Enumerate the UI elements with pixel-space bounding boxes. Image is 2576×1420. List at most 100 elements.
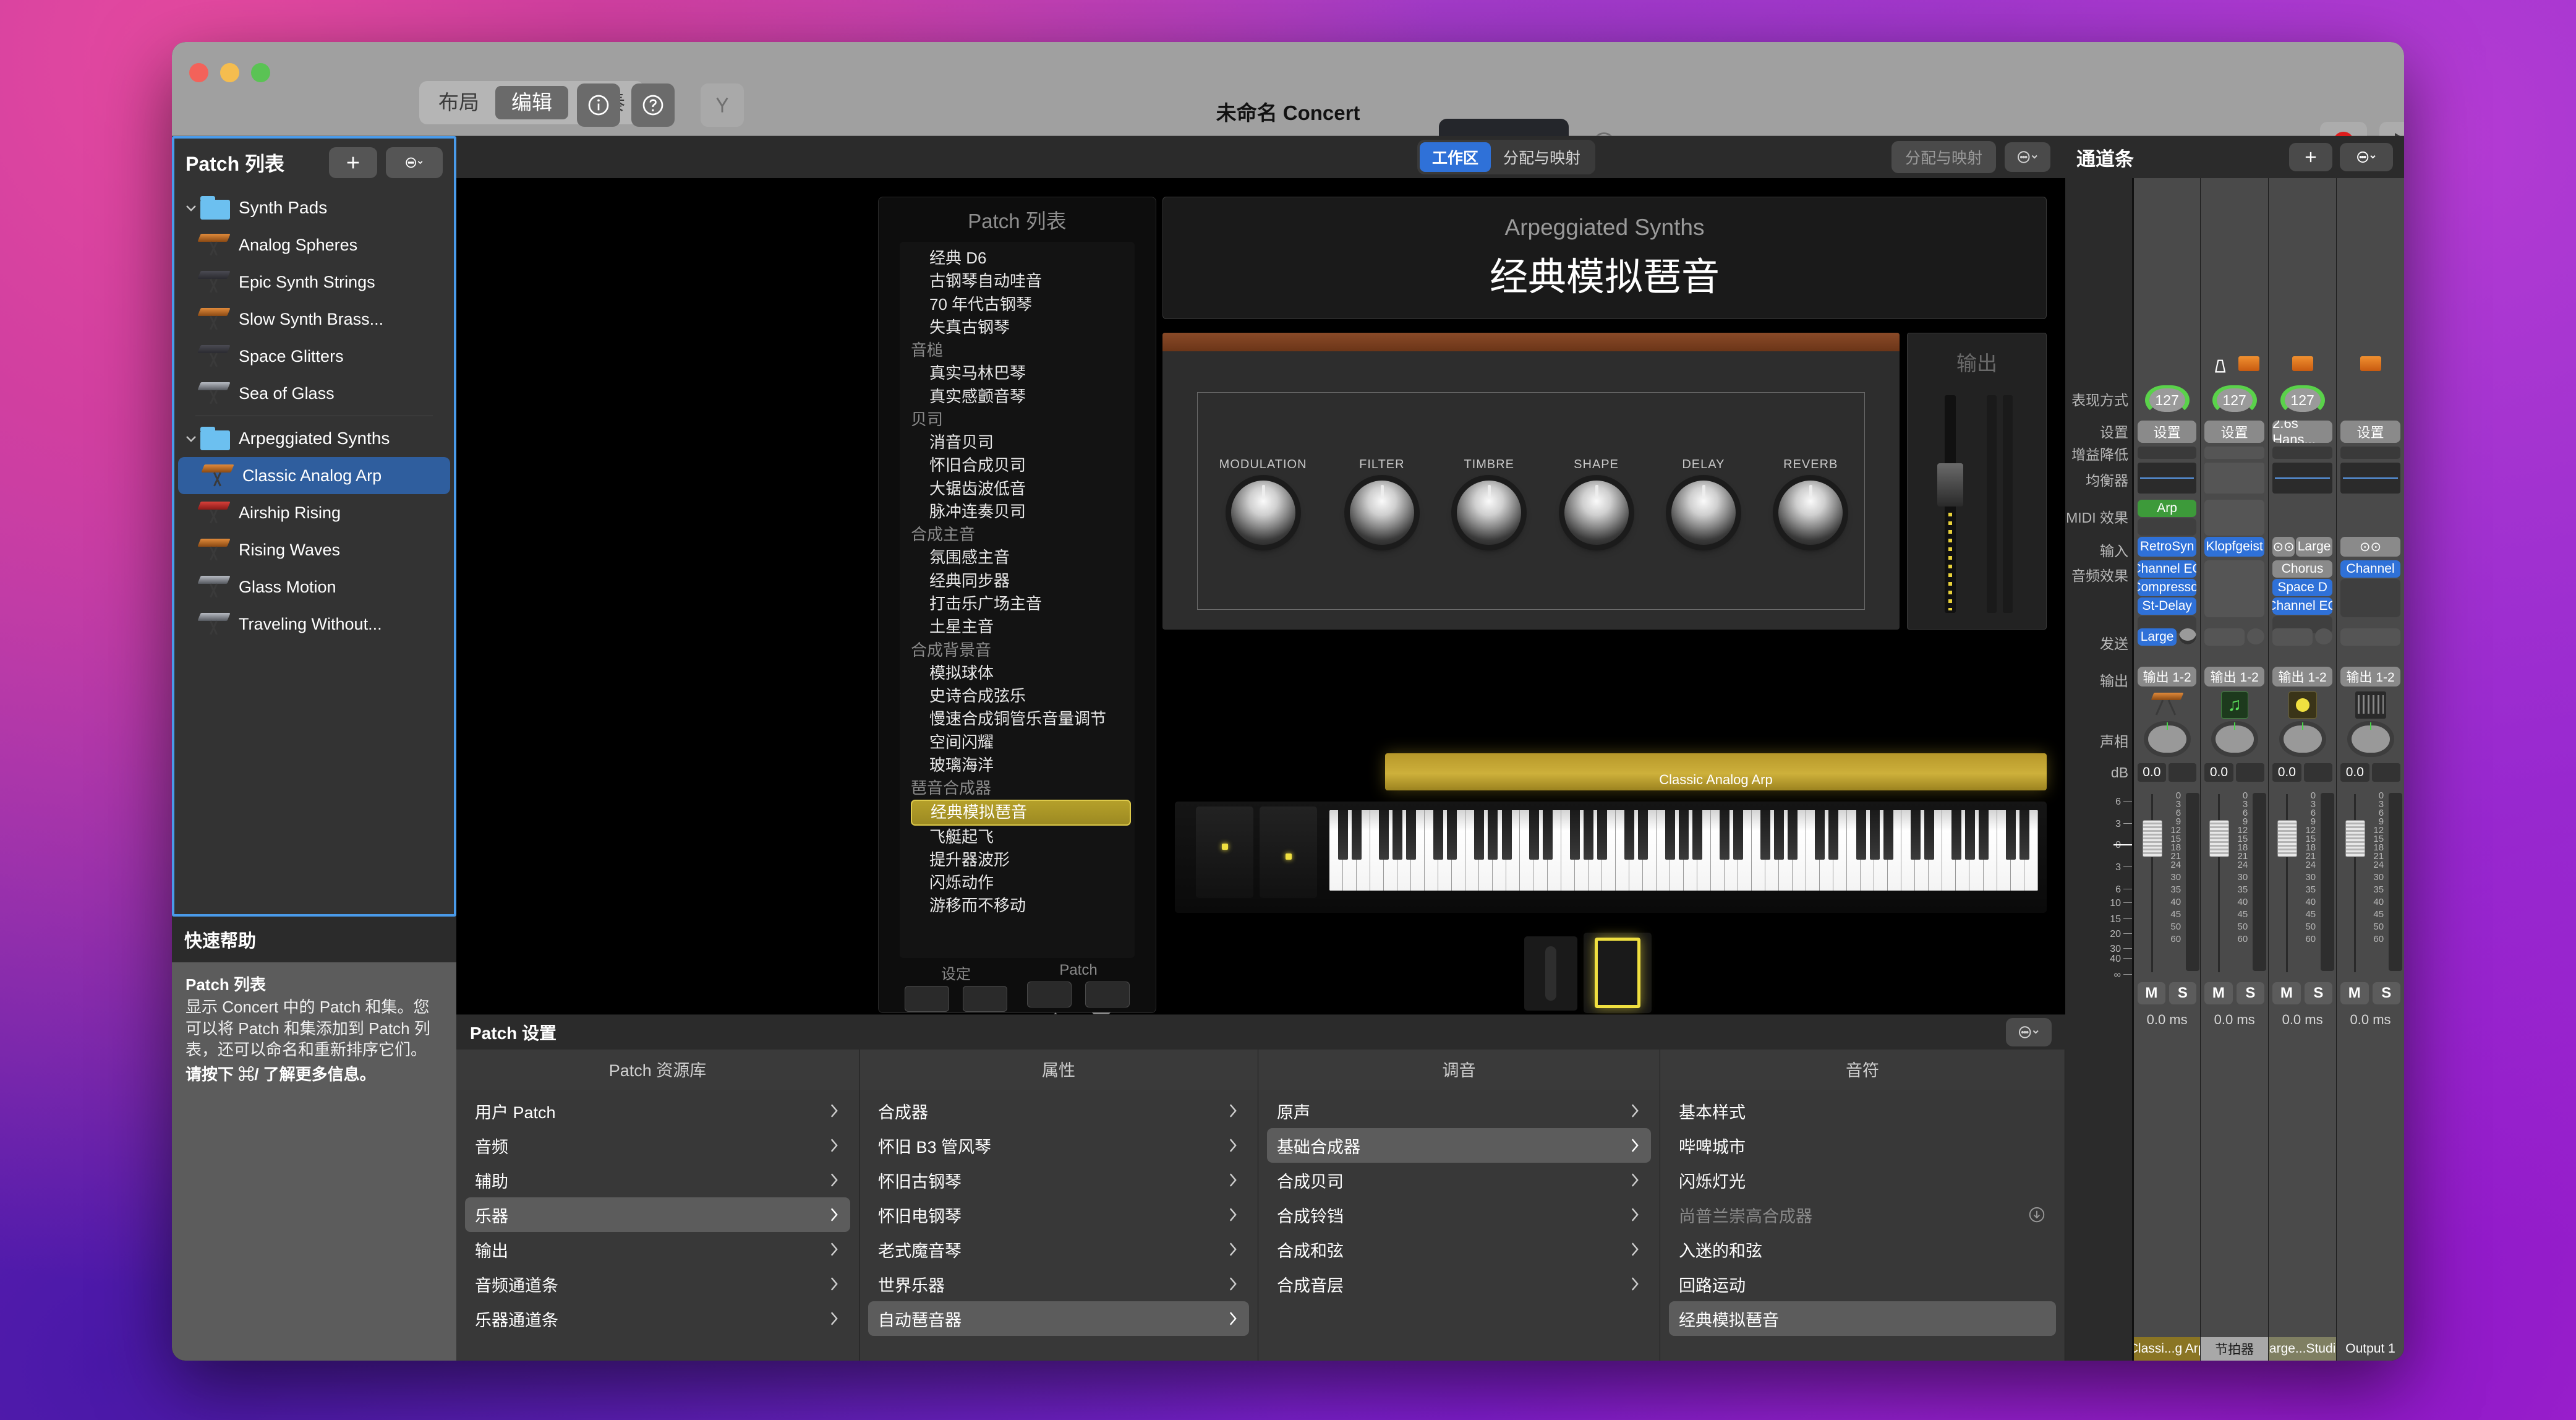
sidebar-item-analog-spheres[interactable]: Analog Spheres bbox=[174, 226, 454, 263]
piano-white-key[interactable] bbox=[1452, 810, 1465, 891]
menu-item[interactable]: 怀旧电钢琴 bbox=[868, 1197, 1249, 1232]
channel-strip-1[interactable]: 127 设置 Arp RetroSyn Channel bbox=[2132, 178, 2200, 1361]
velocity-dial[interactable]: 127 bbox=[2280, 385, 2325, 415]
list-item[interactable]: 真实感颤音琴 bbox=[900, 385, 1135, 408]
list-item[interactable]: 飞艇起飞 bbox=[900, 826, 1135, 849]
eq-display[interactable] bbox=[2272, 463, 2332, 494]
channel-strip-2[interactable]: 127 设置 Klopfgeist bbox=[2200, 178, 2268, 1361]
list-item[interactable]: 游移而不移动 bbox=[900, 894, 1135, 917]
knob-dial[interactable] bbox=[1231, 481, 1295, 545]
piano-white-key[interactable] bbox=[1888, 810, 1901, 891]
piano-white-key[interactable] bbox=[2011, 810, 2024, 891]
stereo-icon[interactable]: ⊙⊙ bbox=[2272, 537, 2295, 557]
list-item[interactable]: 闪烁动作 bbox=[900, 871, 1135, 894]
piano-white-key[interactable] bbox=[1575, 810, 1589, 891]
mute-button[interactable]: M bbox=[2204, 982, 2232, 1004]
list-item[interactable]: 消音贝司 bbox=[900, 431, 1135, 454]
piano-white-key[interactable] bbox=[1629, 810, 1643, 891]
piano-white-key[interactable] bbox=[1643, 810, 1657, 891]
sidebar-item-traveling-without[interactable]: Traveling Without... bbox=[174, 605, 454, 643]
piano-white-key[interactable] bbox=[1425, 810, 1438, 891]
channel-strip-3[interactable]: 127 2.6s Hans... ⊙⊙ Large Chorus Space D bbox=[2268, 178, 2336, 1361]
menu-item[interactable]: 音频 bbox=[465, 1128, 850, 1163]
workspace-tabs[interactable]: 工作区 分配与映射 bbox=[1417, 140, 1595, 174]
keyboard-widget[interactable] bbox=[1175, 802, 2047, 913]
menu-item[interactable]: 音频通道条 bbox=[465, 1267, 850, 1301]
audio-fx-slot[interactable]: Channel EQ bbox=[2138, 560, 2196, 578]
piano-white-key[interactable] bbox=[1752, 810, 1765, 891]
menu-item[interactable]: 辅助 bbox=[465, 1163, 850, 1197]
disclosure-icon[interactable] bbox=[182, 434, 200, 443]
piano-white-key[interactable] bbox=[1684, 810, 1697, 891]
channel-strips-options-button[interactable] bbox=[2340, 143, 2393, 171]
menu-item[interactable]: 怀旧 B3 管风琴 bbox=[868, 1128, 1249, 1163]
workspace-options-button[interactable] bbox=[2005, 142, 2050, 172]
menu-item[interactable]: 回路运动 bbox=[1669, 1267, 2056, 1301]
menu-item[interactable]: 乐器通道条 bbox=[465, 1301, 850, 1336]
piano-white-key[interactable] bbox=[1738, 810, 1752, 891]
piano-white-key[interactable] bbox=[1779, 810, 1793, 891]
piano-white-key[interactable] bbox=[1793, 810, 1806, 891]
midi-fx-slot-empty[interactable] bbox=[2138, 518, 2196, 536]
list-item[interactable]: 提升器波形 bbox=[900, 849, 1135, 871]
piano-white-key[interactable] bbox=[1861, 810, 1874, 891]
piano-white-key[interactable] bbox=[1711, 810, 1725, 891]
list-item[interactable]: 空间闪耀 bbox=[900, 731, 1135, 754]
solo-button[interactable]: S bbox=[2305, 982, 2332, 1004]
volume-fader[interactable]: 0 3 6 9 12 15 18 21 24 30 35 bbox=[2204, 790, 2264, 976]
sidebar-item-epic-synth-strings[interactable]: Epic Synth Strings bbox=[174, 263, 454, 301]
send-level-knob[interactable] bbox=[2179, 628, 2196, 644]
eq-display[interactable] bbox=[2204, 463, 2264, 494]
metronome-icon[interactable] bbox=[2210, 356, 2230, 376]
piano-white-key[interactable] bbox=[1697, 810, 1711, 891]
list-item[interactable]: 大锯齿波低音 bbox=[900, 477, 1135, 500]
audio-fx-slot[interactable]: Chorus bbox=[2272, 560, 2332, 578]
menu-item[interactable]: 哔啤城市 bbox=[1669, 1128, 2056, 1163]
sidebar-item-sea-of-glass[interactable]: Sea of Glass bbox=[174, 375, 454, 412]
menu-item-selected[interactable]: 自动琶音器 bbox=[868, 1301, 1249, 1336]
db-secondary[interactable] bbox=[2169, 763, 2197, 782]
pan-knob[interactable] bbox=[2216, 725, 2254, 753]
piano-white-key[interactable] bbox=[1533, 810, 1547, 891]
patch-next-button[interactable] bbox=[1085, 982, 1130, 1007]
setting-button[interactable]: 2.6s Hans... bbox=[2272, 421, 2332, 443]
audio-fx-slot[interactable]: Compressor bbox=[2138, 579, 2196, 596]
db-value[interactable]: 0.0 bbox=[2272, 763, 2301, 782]
output-button[interactable]: 输出 1-2 bbox=[2272, 667, 2332, 686]
strip-name[interactable]: Large...Studio bbox=[2269, 1337, 2336, 1361]
piano-white-key[interactable] bbox=[1942, 810, 1956, 891]
knob-timbre[interactable]: TIMBRE bbox=[1457, 458, 1521, 545]
patch-name-plate[interactable]: Classic Analog Arp bbox=[1385, 753, 2047, 790]
folder-icon[interactable] bbox=[2292, 356, 2313, 371]
output-button[interactable]: 输出 1-2 bbox=[2204, 667, 2264, 686]
input-button[interactable]: RetroSyn bbox=[2138, 537, 2196, 557]
menu-item[interactable]: 输出 bbox=[465, 1232, 850, 1267]
piano-white-key[interactable] bbox=[1997, 810, 2011, 891]
fader-handle[interactable] bbox=[2277, 820, 2297, 857]
piano-white-key[interactable] bbox=[1616, 810, 1629, 891]
knob-reverb[interactable]: REVERB bbox=[1778, 458, 1843, 545]
sidebar-item-space-glitters[interactable]: Space Glitters bbox=[174, 338, 454, 375]
set-next-button[interactable] bbox=[963, 986, 1007, 1012]
piano-white-key[interactable] bbox=[1602, 810, 1616, 891]
send-level-knob[interactable] bbox=[2247, 628, 2264, 644]
db-value[interactable]: 0.0 bbox=[2204, 763, 2233, 782]
list-item[interactable]: 模拟球体 bbox=[900, 662, 1135, 685]
piano-white-key[interactable] bbox=[1657, 810, 1670, 891]
knob-dial[interactable] bbox=[1457, 481, 1521, 545]
piano-white-keys[interactable] bbox=[1329, 810, 2038, 891]
setting-button[interactable]: 设置 bbox=[2138, 421, 2196, 443]
pedals[interactable] bbox=[1524, 933, 1685, 1013]
solo-button[interactable]: S bbox=[2373, 982, 2400, 1004]
solo-button[interactable]: S bbox=[2169, 982, 2197, 1004]
piano-white-key[interactable] bbox=[2024, 810, 2038, 891]
folder-icon[interactable] bbox=[2360, 356, 2381, 371]
menu-item[interactable]: 怀旧古钢琴 bbox=[868, 1163, 1249, 1197]
menu-item-download[interactable]: 尚普兰崇高合成器 bbox=[1669, 1197, 2056, 1232]
pan-knob[interactable] bbox=[2284, 725, 2322, 753]
send-button[interactable]: Large bbox=[2138, 628, 2177, 646]
strip-name[interactable]: 节拍器 bbox=[2201, 1337, 2268, 1361]
list-item[interactable]: 怀旧合成贝司 bbox=[900, 454, 1135, 477]
volume-fader[interactable]: 0 3 6 9 12 15 18 21 24 30 35 bbox=[2138, 790, 2196, 976]
output-button[interactable]: 输出 1-2 bbox=[2138, 667, 2196, 686]
